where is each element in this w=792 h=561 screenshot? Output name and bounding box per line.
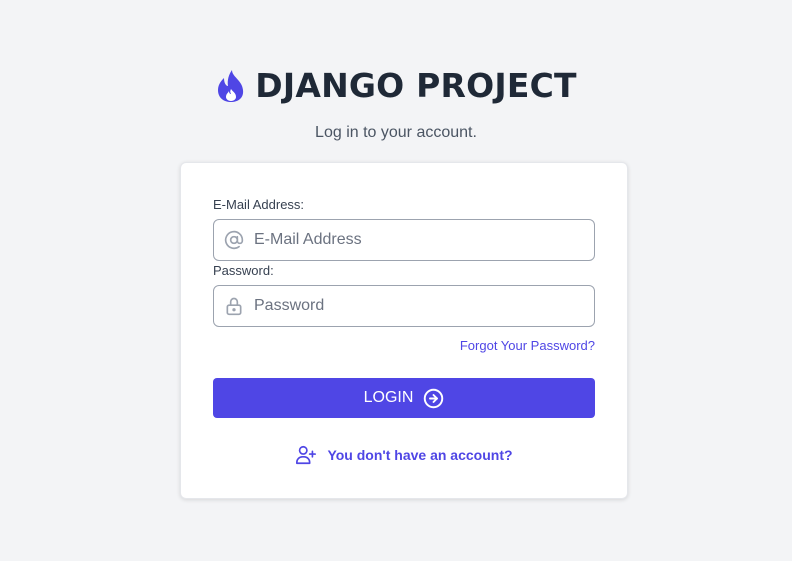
signup-link[interactable]: You don't have an account? [181, 444, 627, 466]
login-button-label: LOGIN [363, 389, 414, 406]
user-plus-icon [296, 445, 317, 465]
login-subtitle: Log in to your account. [315, 124, 477, 141]
at-sign-icon [224, 230, 244, 250]
brand-title: DJANGO PROJECT [255, 66, 577, 105]
password-label: Password: [213, 263, 274, 278]
login-button[interactable]: LOGIN [213, 378, 595, 418]
fire-icon [218, 70, 244, 102]
password-input[interactable] [254, 297, 574, 315]
login-card: E-Mail Address: Password: Forgot Your Pa… [180, 162, 628, 499]
login-page: DJANGO PROJECT Log in to your account. E… [0, 0, 792, 561]
arrow-circle-right-icon [424, 388, 444, 408]
email-field-wrapper [213, 219, 595, 261]
email-input[interactable] [254, 231, 574, 249]
email-label: E-Mail Address: [213, 197, 305, 212]
lock-icon [226, 297, 242, 316]
forgot-password-link[interactable]: Forgot Your Password? [460, 338, 595, 353]
password-field-wrapper [213, 285, 595, 327]
brand-header: DJANGO PROJECT [0, 66, 792, 106]
signup-link-label: You don't have an account? [327, 447, 513, 463]
